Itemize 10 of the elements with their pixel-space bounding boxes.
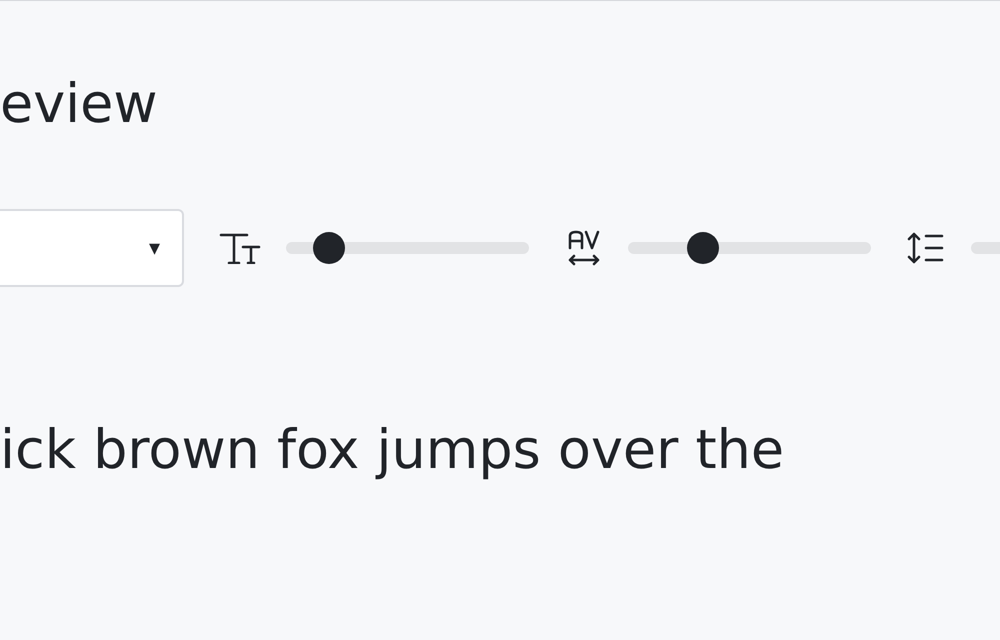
font-dropdown[interactable]: ▾: [0, 209, 184, 287]
slider[interactable]: [628, 232, 871, 264]
page-title: eview: [0, 71, 158, 137]
slider-thumb[interactable]: [687, 232, 720, 264]
letter-spacing-icon: [567, 230, 601, 266]
text-size-icon: [219, 232, 261, 264]
preview-text: ick brown fox jumps over the: [0, 417, 784, 483]
slider-thumb[interactable]: [313, 232, 346, 264]
slider[interactable]: [286, 232, 529, 264]
line-height-icon: [906, 232, 944, 264]
